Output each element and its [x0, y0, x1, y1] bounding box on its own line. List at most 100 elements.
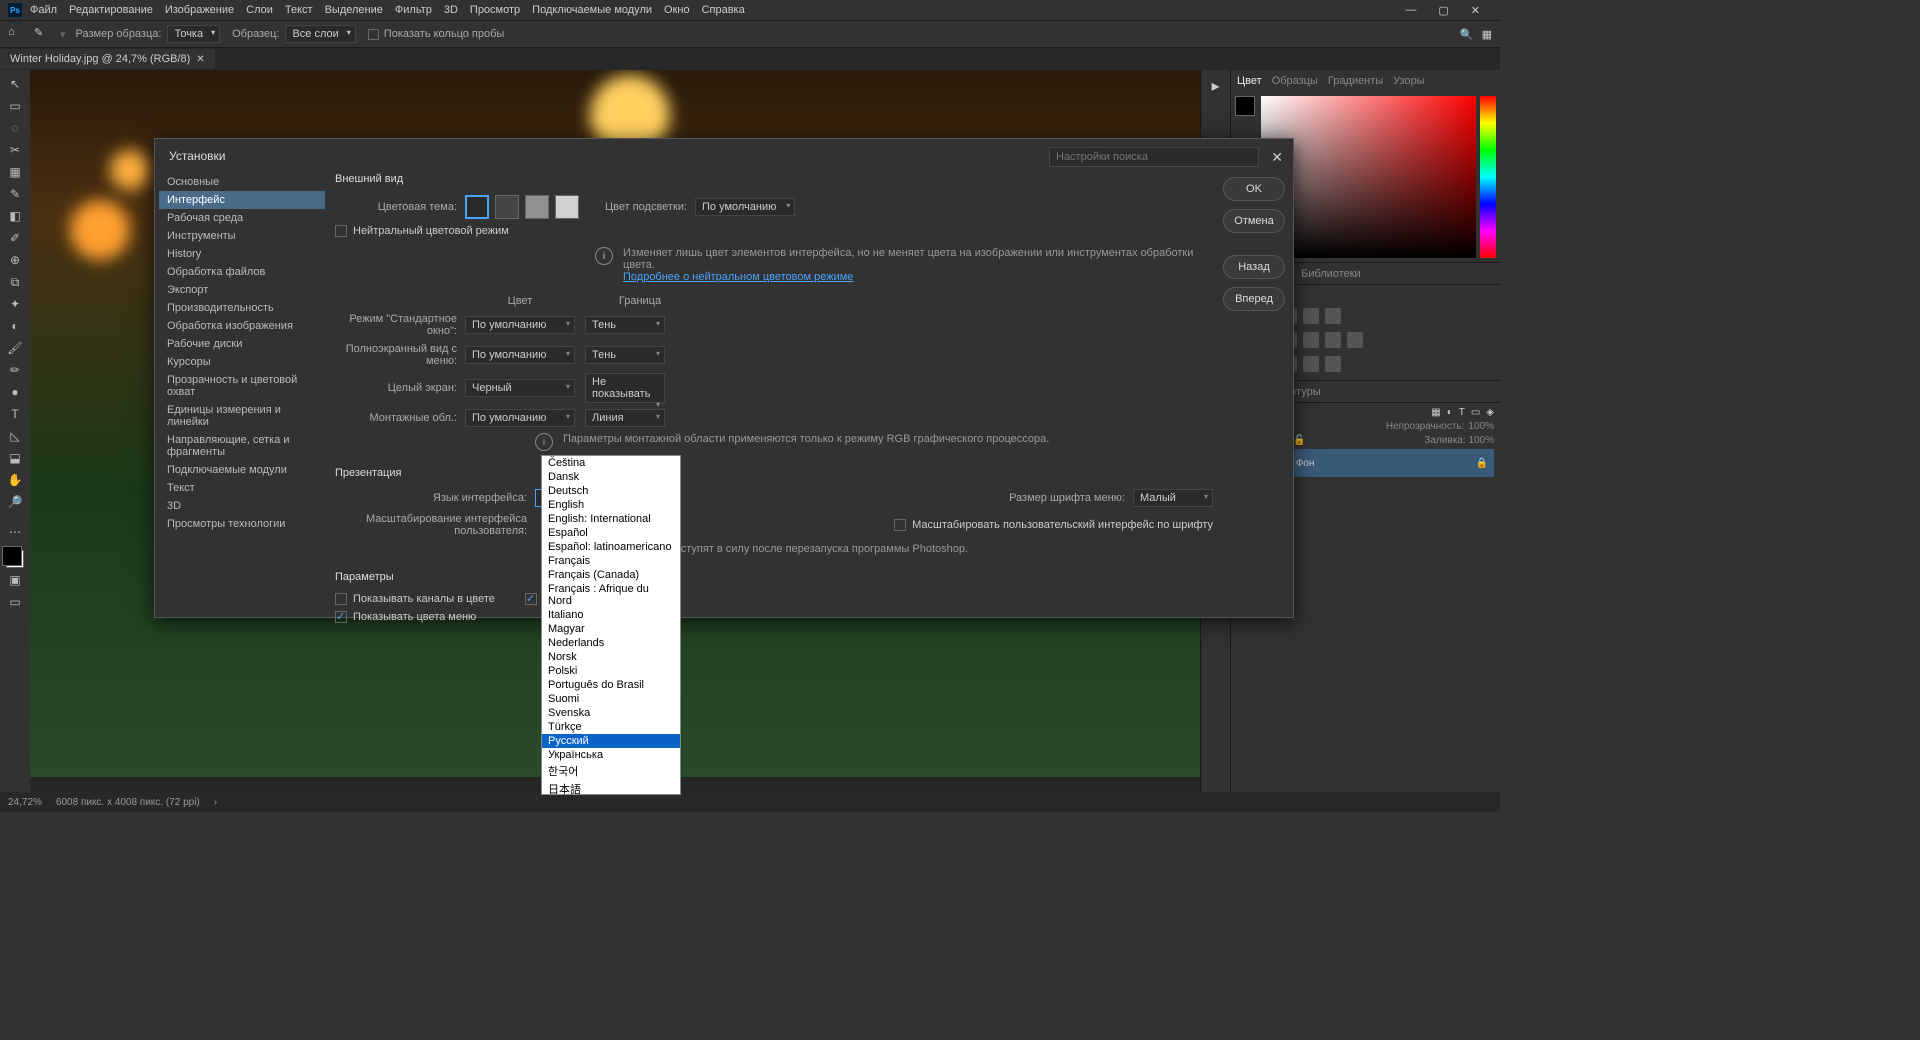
- tool-screenmode[interactable]: ▭: [3, 592, 27, 612]
- sidebar-item-text[interactable]: Текст: [159, 479, 325, 497]
- tool-quickmask[interactable]: ▣: [3, 570, 27, 590]
- tool-more-icon[interactable]: ⋯: [3, 522, 27, 542]
- neutral-checkbox[interactable]: [335, 225, 347, 237]
- home-icon[interactable]: ⌂: [8, 26, 24, 42]
- fontsize-dropdown[interactable]: Малый: [1133, 489, 1213, 507]
- language-popup[interactable]: Čeština Dansk Deutsch English English: I…: [541, 455, 681, 795]
- menu-layers[interactable]: Слои: [246, 4, 273, 16]
- lang-option[interactable]: Español: [542, 526, 680, 540]
- layer-filter-icon[interactable]: ▦: [1431, 407, 1440, 418]
- lang-option[interactable]: Українська: [542, 748, 680, 762]
- sidebar-item-scratch[interactable]: Рабочие диски: [159, 335, 325, 353]
- lang-option[interactable]: Français : Afrique du Nord: [542, 582, 680, 608]
- color-swatch-icon[interactable]: [6, 550, 24, 568]
- tab-color[interactable]: Цвет: [1237, 75, 1262, 87]
- tool-zoom[interactable]: 🔎: [3, 492, 27, 512]
- layer-filter3-icon[interactable]: T: [1459, 407, 1465, 418]
- forward-button[interactable]: Вперед: [1223, 287, 1285, 311]
- dialog-search[interactable]: [1049, 147, 1259, 167]
- lock5-icon[interactable]: 🔓: [1293, 435, 1305, 446]
- theme-swatch-lightest[interactable]: [555, 195, 579, 219]
- menu-help[interactable]: Справка: [702, 4, 745, 16]
- sidebar-item-tech[interactable]: Просмотры технологии: [159, 515, 325, 533]
- sidebar-item-tools[interactable]: Инструменты: [159, 227, 325, 245]
- lang-option[interactable]: Français: [542, 554, 680, 568]
- highlight-dropdown[interactable]: По умолчанию: [695, 198, 795, 216]
- ok-button[interactable]: OK: [1223, 177, 1285, 201]
- sidebar-item-filehandling[interactable]: Обработка файлов: [159, 263, 325, 281]
- eyedropper-icon[interactable]: ✎: [34, 26, 50, 42]
- adj-gradmap-icon[interactable]: [1303, 356, 1319, 372]
- sidebar-item-3d[interactable]: 3D: [159, 497, 325, 515]
- theme-swatch-dark[interactable]: [495, 195, 519, 219]
- layer-filter4-icon[interactable]: ▭: [1471, 407, 1480, 418]
- lang-option[interactable]: 日本語: [542, 780, 680, 795]
- sample-size-dropdown[interactable]: Точка: [167, 25, 220, 43]
- lang-option[interactable]: Svenska: [542, 706, 680, 720]
- adj-mixer-icon[interactable]: [1325, 332, 1341, 348]
- menu-view[interactable]: Просмотр: [470, 4, 520, 16]
- channels-checkbox[interactable]: [335, 593, 347, 605]
- tool-move[interactable]: ↖: [3, 74, 27, 94]
- artboard-color-dropdown[interactable]: По умолчанию: [465, 409, 575, 427]
- lang-option[interactable]: Magyar: [542, 622, 680, 636]
- sidebar-item-guides[interactable]: Направляющие, сетка и фрагменты: [159, 431, 325, 461]
- maximize-icon[interactable]: ▢: [1438, 4, 1448, 17]
- tool-gradient[interactable]: ◐: [3, 316, 27, 336]
- tab-libraries[interactable]: Библиотеки: [1301, 268, 1361, 280]
- full-color-dropdown[interactable]: Черный: [465, 379, 575, 397]
- adj-vibrance-icon[interactable]: [1325, 308, 1341, 324]
- sidebar-item-transparency[interactable]: Прозрачность и цветовой охват: [159, 371, 325, 401]
- fill-value[interactable]: 100%: [1468, 435, 1494, 446]
- close-icon[interactable]: ✕: [1471, 4, 1480, 17]
- tab-close-icon[interactable]: ✕: [196, 54, 204, 65]
- back-button[interactable]: Назад: [1223, 255, 1285, 279]
- lang-option[interactable]: Português do Brasil: [542, 678, 680, 692]
- hue-strip[interactable]: [1480, 96, 1496, 258]
- scale-checkbox[interactable]: [894, 519, 906, 531]
- sidebar-item-interface[interactable]: Интерфейс: [159, 191, 325, 209]
- menu-3d[interactable]: 3D: [444, 4, 458, 16]
- lang-option[interactable]: Polski: [542, 664, 680, 678]
- tool-hand[interactable]: ✋: [3, 470, 27, 490]
- tool-history[interactable]: ⧉: [3, 272, 27, 292]
- menu-edit[interactable]: Редактирование: [69, 4, 153, 16]
- document-tab[interactable]: Winter Holiday.jpg @ 24,7% (RGB/8) ✕: [0, 49, 215, 69]
- menu-plugins[interactable]: Подключаемые модули: [532, 4, 652, 16]
- dialog-close-icon[interactable]: ✕: [1271, 149, 1283, 166]
- standard-color-dropdown[interactable]: По умолчанию: [465, 316, 575, 334]
- sidebar-item-performance[interactable]: Производительность: [159, 299, 325, 317]
- tool-shape[interactable]: ⬓: [3, 448, 27, 468]
- artboard-border-dropdown[interactable]: Линия: [585, 409, 665, 427]
- adj-lookup-icon[interactable]: [1347, 332, 1363, 348]
- tab-gradients[interactable]: Градиенты: [1328, 75, 1383, 87]
- lang-option[interactable]: English: International: [542, 512, 680, 526]
- doc-info[interactable]: 6008 пикс. x 4008 пикс. (72 ppi): [56, 797, 200, 808]
- lang-option[interactable]: Suomi: [542, 692, 680, 706]
- workspace-icon[interactable]: ▦: [1482, 28, 1492, 41]
- dynamic-checkbox[interactable]: [525, 593, 537, 605]
- lang-option[interactable]: Français (Canada): [542, 568, 680, 582]
- lang-option[interactable]: 한국어: [542, 762, 680, 780]
- sidebar-item-export[interactable]: Экспорт: [159, 281, 325, 299]
- menu-text[interactable]: Текст: [285, 4, 313, 16]
- tab-patterns[interactable]: Узоры: [1393, 75, 1424, 87]
- tool-pen[interactable]: ●: [3, 382, 27, 402]
- menucolors-checkbox[interactable]: [335, 611, 347, 623]
- panel-expand-icon[interactable]: ▸: [1201, 70, 1230, 102]
- lang-option[interactable]: Italiano: [542, 608, 680, 622]
- sidebar-item-general[interactable]: Основные: [159, 173, 325, 191]
- fullmenu-color-dropdown[interactable]: По умолчанию: [465, 346, 575, 364]
- tool-path[interactable]: ◺: [3, 426, 27, 446]
- sidebar-item-workspace[interactable]: Рабочая среда: [159, 209, 325, 227]
- layer-filter2-icon[interactable]: ◐: [1447, 407, 1453, 418]
- tool-brush[interactable]: ✐: [3, 228, 27, 248]
- status-arrow-icon[interactable]: ›: [214, 797, 217, 808]
- adj-photo-icon[interactable]: [1303, 332, 1319, 348]
- menu-select[interactable]: Выделение: [325, 4, 383, 16]
- tab-swatches[interactable]: Образцы: [1272, 75, 1318, 87]
- standard-border-dropdown[interactable]: Тень: [585, 316, 665, 334]
- menu-window[interactable]: Окно: [664, 4, 690, 16]
- tool-marquee[interactable]: ▭: [3, 96, 27, 116]
- fullmenu-border-dropdown[interactable]: Тень: [585, 346, 665, 364]
